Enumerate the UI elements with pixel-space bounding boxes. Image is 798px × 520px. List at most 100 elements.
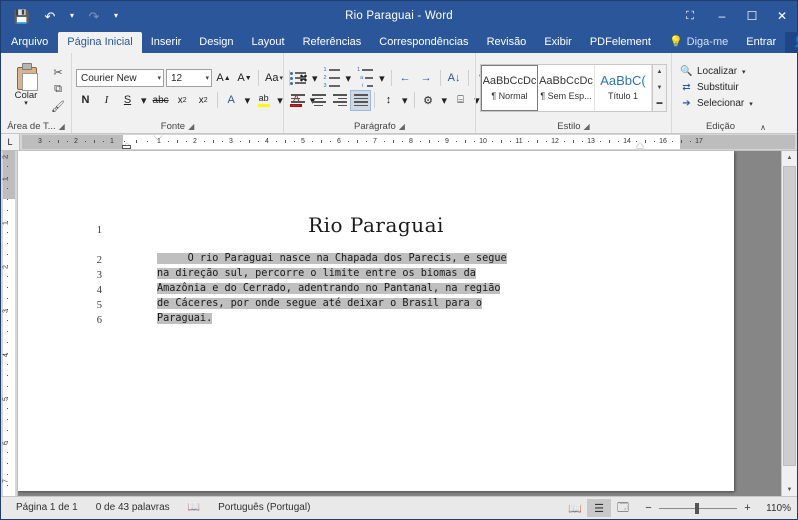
tab-correspondencias[interactable]: Correspondências <box>370 32 477 53</box>
ribbon-display-options-icon[interactable]: ⛶ <box>673 1 707 31</box>
close-icon[interactable]: ✕ <box>767 1 797 31</box>
scroll-thumb[interactable] <box>783 166 796 466</box>
language-indicator[interactable]: Português (Portugal) <box>209 498 319 518</box>
customize-qat-icon[interactable]: ▾ <box>109 5 123 27</box>
document-page[interactable]: Rio Paraguai 1 2 3 4 5 6 O rio Paraguai … <box>18 151 734 491</box>
change-case-icon[interactable]: Aa▾ <box>263 69 285 88</box>
tab-design[interactable]: Design <box>190 32 242 53</box>
multilevel-dropdown-icon[interactable]: ▾ <box>377 69 387 88</box>
text-highlight-icon[interactable]: ab <box>254 91 273 110</box>
share-button[interactable]: 👤 Compartilhar <box>785 32 798 53</box>
select-button[interactable]: ➔ Selecionar ▾ <box>678 96 755 112</box>
word-count[interactable]: 0 de 43 palavras <box>87 498 179 518</box>
sign-in-button[interactable]: Entrar <box>737 32 785 53</box>
decrease-indent-icon[interactable]: ← <box>396 69 415 88</box>
zoom-in-icon[interactable]: + <box>742 502 753 514</box>
ruler-strip[interactable]: 32112345678910111213141617 <box>22 135 795 149</box>
style-sem-espacamento[interactable]: AaBbCcDc ¶ Sem Esp... <box>538 65 595 111</box>
numbering-dropdown-icon[interactable]: ▾ <box>344 69 354 88</box>
horizontal-ruler[interactable]: L 32112345678910111213141617 <box>1 134 797 151</box>
italic-icon[interactable]: I <box>97 91 116 110</box>
vertical-ruler[interactable]: 211234567 <box>1 151 18 496</box>
zoom-slider-thumb[interactable] <box>695 503 699 514</box>
scroll-track[interactable] <box>782 164 797 483</box>
shading-icon[interactable]: ⚙ <box>419 91 438 110</box>
replace-button[interactable]: ⇄ Substituir <box>678 80 755 96</box>
bold-icon[interactable]: N <box>76 91 95 110</box>
tab-layout[interactable]: Layout <box>243 32 294 53</box>
shading-dropdown-icon[interactable]: ▾ <box>440 91 450 110</box>
justify-icon[interactable] <box>351 91 370 110</box>
align-left-icon[interactable] <box>288 91 307 110</box>
multilevel-list-icon[interactable]: 1ai <box>355 69 375 88</box>
style-titulo-1[interactable]: AaBbC( Título 1 <box>595 65 652 111</box>
clipboard-dialog-launcher-icon[interactable]: ◢ <box>59 120 65 133</box>
document-paragraph[interactable]: O rio Paraguai nasce na Chapada dos Pare… <box>157 251 508 326</box>
redo-icon[interactable]: ↷ <box>81 5 107 27</box>
zoom-level[interactable]: 110% <box>757 503 791 514</box>
save-icon[interactable]: 💾 <box>9 5 35 27</box>
tab-pdfelement[interactable]: PDFelement <box>581 32 660 53</box>
tell-me-box[interactable]: 💡 Diga-me <box>660 32 737 53</box>
style-normal[interactable]: AaBbCcDc ¶ Normal <box>481 65 538 111</box>
styles-dialog-launcher-icon[interactable]: ◢ <box>584 120 590 133</box>
align-center-icon[interactable] <box>309 91 328 110</box>
print-layout-icon[interactable]: ☰ <box>587 499 611 517</box>
underline-dropdown-icon[interactable]: ▾ <box>139 91 149 110</box>
find-dropdown-icon[interactable]: ▾ <box>742 68 746 76</box>
undo-dropdown-icon[interactable]: ▾ <box>65 5 79 27</box>
scroll-up-icon[interactable]: ▲ <box>782 151 797 164</box>
grow-font-icon[interactable]: A▲ <box>214 69 233 88</box>
find-button[interactable]: 🔍 Localizar ▾ <box>678 64 755 80</box>
tab-referencias[interactable]: Referências <box>294 32 371 53</box>
text-effects-icon[interactable]: A <box>222 91 241 110</box>
font-dialog-launcher-icon[interactable]: ◢ <box>188 120 194 133</box>
bullets-dropdown-icon[interactable]: ▾ <box>310 69 320 88</box>
tab-exibir[interactable]: Exibir <box>535 32 581 53</box>
borders-icon[interactable]: ⌸ <box>451 91 470 110</box>
increase-indent-icon[interactable]: → <box>417 69 436 88</box>
styles-scroll-up-icon[interactable]: ▲ <box>653 65 666 80</box>
read-mode-icon[interactable]: 📖 <box>563 499 587 517</box>
tab-inserir[interactable]: Inserir <box>142 32 191 53</box>
page-indicator[interactable]: Página 1 de 1 <box>7 498 87 518</box>
copy-icon[interactable]: ⧉ <box>49 81 67 97</box>
align-right-icon[interactable] <box>330 91 349 110</box>
shrink-font-icon[interactable]: A▼ <box>235 69 254 88</box>
numbering-icon[interactable]: 123 <box>322 69 342 88</box>
underline-icon[interactable]: S <box>118 91 137 110</box>
line-spacing-icon[interactable]: ↕ <box>379 91 398 110</box>
subscript-icon[interactable]: x2 <box>173 91 192 110</box>
styles-scroll-down-icon[interactable]: ▼ <box>653 80 666 95</box>
bullets-icon[interactable] <box>288 69 308 88</box>
superscript-icon[interactable]: x2 <box>194 91 213 110</box>
text-effects-dropdown-icon[interactable]: ▾ <box>243 91 253 110</box>
paragraph-dialog-launcher-icon[interactable]: ◢ <box>399 120 405 133</box>
tab-stop-selector-icon[interactable]: L <box>1 134 20 150</box>
zoom-control[interactable]: − + <box>635 502 757 514</box>
vertical-scrollbar[interactable]: ▲ ▼ <box>781 151 797 496</box>
line-spacing-dropdown-icon[interactable]: ▾ <box>400 91 410 110</box>
web-layout-icon[interactable]: 🗔 <box>611 499 635 517</box>
minimize-icon[interactable]: – <box>707 1 737 31</box>
proofing-icon[interactable]: 📖 <box>179 498 209 518</box>
cut-icon[interactable]: ✂ <box>49 64 67 80</box>
undo-icon[interactable]: ↶ <box>37 5 63 27</box>
collapse-ribbon-icon[interactable]: ∧ <box>760 123 766 132</box>
tab-pagina-inicial[interactable]: Página Inicial <box>58 32 141 53</box>
tab-revisao[interactable]: Revisão <box>478 32 536 53</box>
maximize-icon[interactable]: ☐ <box>737 1 767 31</box>
paste-dropdown-icon[interactable]: ▾ <box>24 101 28 107</box>
styles-more-icon[interactable]: ▬ <box>653 96 666 111</box>
strikethrough-icon[interactable]: abc <box>151 91 171 110</box>
zoom-slider-track[interactable] <box>659 508 737 509</box>
tab-arquivo[interactable]: Arquivo <box>1 32 58 53</box>
document-canvas[interactable]: Rio Paraguai 1 2 3 4 5 6 O rio Paraguai … <box>18 151 781 496</box>
font-size-combo[interactable]: 12 ▾ <box>166 69 212 87</box>
select-dropdown-icon[interactable]: ▾ <box>749 100 753 108</box>
scroll-down-icon[interactable]: ▼ <box>782 483 797 496</box>
sort-icon[interactable]: A↓ <box>445 69 464 88</box>
zoom-out-icon[interactable]: − <box>643 502 654 514</box>
paste-button[interactable]: Colar ▾ <box>5 61 47 107</box>
font-family-combo[interactable]: Courier New ▾ <box>76 69 164 87</box>
